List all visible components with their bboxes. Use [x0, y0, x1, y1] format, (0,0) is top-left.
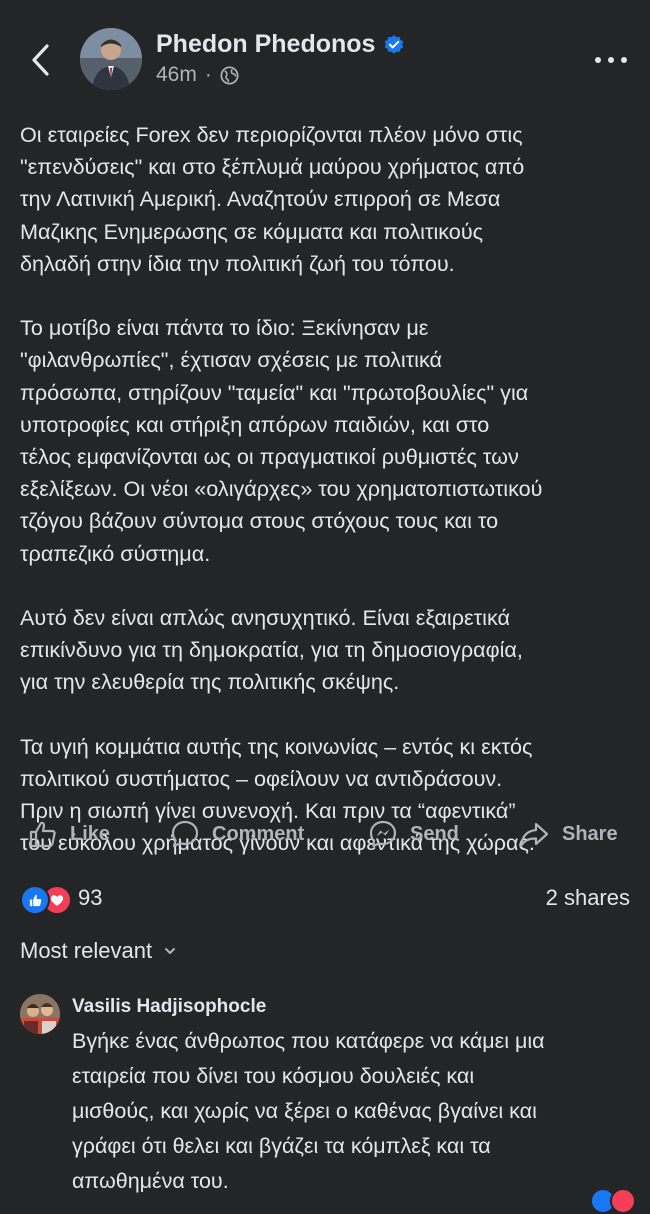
- like-button[interactable]: Like: [28, 808, 110, 860]
- author-photo: [80, 28, 142, 90]
- post-meta: 46m ·: [156, 63, 239, 87]
- back-chevron-icon: [32, 44, 49, 76]
- author-name[interactable]: Phedon Phedonos: [156, 30, 405, 59]
- love-reaction-icon: [610, 1188, 636, 1214]
- comment-sort-dropdown[interactable]: Most relevant: [20, 938, 176, 964]
- more-options-button[interactable]: [594, 50, 628, 70]
- post-header: Phedon Phedonos 46m ·: [0, 0, 650, 110]
- reaction-count[interactable]: 93: [78, 885, 102, 911]
- like-icon: [29, 821, 56, 848]
- comment-reaction-icons: [590, 1188, 636, 1214]
- shares-count[interactable]: 2 shares: [546, 885, 630, 911]
- messenger-icon: [369, 820, 397, 848]
- like-reaction-icon: [20, 885, 50, 915]
- reactions-summary: 93 2 shares: [0, 880, 650, 918]
- author-name-text: Phedon Phedonos: [156, 30, 376, 58]
- share-button[interactable]: Share: [518, 808, 618, 860]
- post-actions: Like Comment Send Share: [0, 808, 650, 860]
- author-avatar[interactable]: [80, 28, 142, 90]
- commenter-name[interactable]: Vasilis Hadjisophocle: [72, 996, 266, 1018]
- commenter-avatar[interactable]: [20, 994, 60, 1034]
- more-horizontal-icon: [595, 57, 627, 63]
- reaction-icons[interactable]: [20, 885, 72, 915]
- share-label: Share: [562, 822, 618, 845]
- like-label: Like: [70, 822, 111, 845]
- comment-text: Βγήκε ένας άνθρωπος που κατάφερε να κάμε…: [72, 1029, 545, 1193]
- share-icon: [519, 822, 549, 848]
- post-paragraph-1: Οι εταιρείες Forex δεν περιορίζονται πλέ…: [20, 122, 525, 276]
- send-button[interactable]: Send: [368, 808, 459, 860]
- post-paragraph-2: Το μοτίβο είναι πάντα το ίδιο: Ξεκίνησαν…: [20, 315, 543, 566]
- globe-icon: [220, 65, 239, 85]
- post-paragraph-3: Αυτό δεν είναι απλώς ανησυχητικό. Είναι …: [20, 605, 523, 695]
- chevron-down-icon: [164, 947, 176, 955]
- post-time[interactable]: 46m: [156, 63, 197, 87]
- comment-icon: [171, 820, 199, 848]
- post-text: Οι εταιρείες Forex δεν περιορίζονται πλέ…: [20, 119, 632, 892]
- send-label: Send: [410, 822, 459, 845]
- commenter-photo: [20, 994, 60, 1034]
- comment-label: Comment: [212, 822, 305, 845]
- back-button[interactable]: [22, 38, 58, 82]
- verified-badge-icon: [383, 34, 405, 56]
- comment-button[interactable]: Comment: [170, 808, 304, 860]
- meta-separator: ·: [204, 63, 212, 86]
- sort-label: Most relevant: [20, 938, 153, 963]
